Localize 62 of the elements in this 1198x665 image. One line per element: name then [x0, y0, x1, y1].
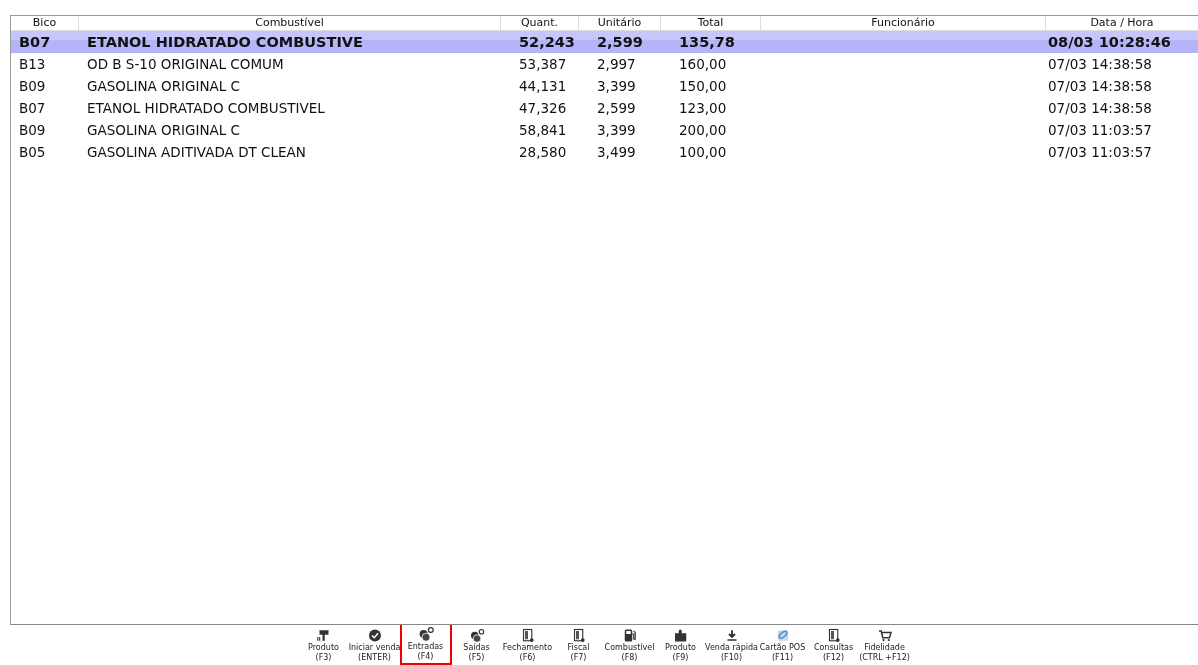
check-icon	[366, 628, 383, 643]
table-cell-text: 3,399	[596, 78, 637, 94]
table-cell-text: 53,387	[518, 56, 568, 72]
table-cell-text: B13	[18, 56, 47, 72]
table-cell-text: GASOLINA ORIGINAL C	[86, 122, 242, 138]
toolbar-button[interactable]: Iniciar venda (ENTER)	[348, 625, 401, 665]
column-header[interactable]: Unitário	[579, 16, 661, 30]
column-header[interactable]: Total	[661, 16, 761, 30]
table-cell-text: 28,580	[518, 144, 568, 160]
column-header[interactable]: Funcionário	[761, 16, 1046, 30]
table-row[interactable]: B05 GASOLINA ADITIVADA DT CLEAN 28,580 3,499 100,00 07/03 11:03:57	[11, 141, 1198, 163]
column-header[interactable]: Combustível	[79, 16, 501, 30]
table-cell-text: 08/03 10:28:46	[1047, 34, 1172, 50]
toolbar-button[interactable]: Fechamento (F6)	[501, 625, 554, 665]
table-cell-text: B07	[18, 34, 52, 50]
table-cell-text: 07/03 14:38:58	[1047, 56, 1153, 72]
table-cell-text: 47,326	[518, 100, 568, 116]
table-cell-text: 2,599	[596, 100, 637, 116]
table-cell-text: 3,399	[596, 122, 637, 138]
table-cell-text: 3,499	[596, 144, 637, 160]
table-cell-text: 07/03 14:38:58	[1047, 100, 1153, 116]
table-cell-text: B05	[18, 144, 47, 160]
toolbar-button[interactable]: Consultas (F12)	[807, 625, 860, 665]
toolbar-button[interactable]: Saídas (F5)	[450, 625, 503, 665]
table-cell-text: 07/03 11:03:57	[1047, 144, 1153, 160]
table-cell-text: 150,00	[678, 78, 728, 94]
toolbar-button[interactable]: Venda rápida (F10)	[705, 625, 758, 665]
toolbar-button[interactable]: Entradas (F4)	[399, 625, 452, 665]
table-cell-text: ETANOL HIDRATADO COMBUSTIVE	[86, 34, 364, 50]
table-cell-text: GASOLINA ORIGINAL C	[86, 78, 242, 94]
table-cell-text: ETANOL HIDRATADO COMBUSTIVEL	[86, 100, 326, 116]
toolbar-button[interactable]: Fidelidade (CTRL +F12)	[858, 625, 911, 665]
table-cell-text: 2,997	[596, 56, 637, 72]
toolbar-button[interactable]: Cartão POS (F11)	[756, 625, 809, 665]
column-header[interactable]: Data / Hora	[1046, 16, 1198, 30]
table-cell-text: 200,00	[678, 122, 728, 138]
table-cell-text: 100,00	[678, 144, 728, 160]
table-cell-text: 07/03 11:03:57	[1047, 122, 1153, 138]
cart-icon	[876, 628, 893, 643]
table-cell-text: 52,243	[518, 34, 576, 50]
table-cell-text: B07	[18, 100, 47, 116]
toolbar-button[interactable]: Combustível (F8)	[603, 625, 656, 665]
table-cell-text: B09	[18, 122, 47, 138]
column-header[interactable]: Quant.	[501, 16, 579, 30]
table-cell-text: 135,78	[678, 34, 736, 50]
toolbar-button[interactable]: Produto (F3)	[297, 625, 350, 665]
table-cell-text: 44,131	[518, 78, 568, 94]
table-cell-text: B09	[18, 78, 47, 94]
table-row[interactable]: B09 GASOLINA ORIGINAL C 58,841 3,399 200,00 07/03 11:03:57	[11, 119, 1198, 141]
table-row[interactable]: B09 GASOLINA ORIGINAL C 44,131 3,399 150,00 07/03 14:38:58	[11, 75, 1198, 97]
table-row[interactable]: B07 ETANOL HIDRATADO COMBUSTIVEL 47,326 2,599 123,00 07/03 14:38:58	[11, 97, 1198, 119]
table-row[interactable]: B07 ETANOL HIDRATADO COMBUSTIVE 52,243 2,599 135,78 08/03 10:28:46	[11, 31, 1198, 53]
table-cell-text: 123,00	[678, 100, 728, 116]
table-cell-text: 2,599	[596, 34, 644, 50]
column-header[interactable]: Bico	[11, 16, 79, 30]
table-row[interactable]: B13 OD B S-10 ORIGINAL COMUM 53,387 2,997 160,00 07/03 14:38:58	[11, 53, 1198, 75]
table-cell-text: 160,00	[678, 56, 728, 72]
table-cell-text: OD B S-10 ORIGINAL COMUM	[86, 56, 285, 72]
table-cell-text: 58,841	[518, 122, 568, 138]
toolbar-button[interactable]: Fiscal (F7)	[552, 625, 605, 665]
table-cell-text: 07/03 14:38:58	[1047, 78, 1153, 94]
table-cell-text: GASOLINA ADITIVADA DT CLEAN	[86, 144, 307, 160]
